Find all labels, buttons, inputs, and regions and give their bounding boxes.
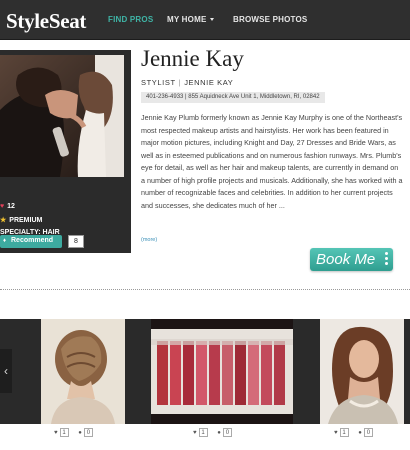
gallery-prev-button[interactable]: ‹ xyxy=(0,349,12,393)
diamond-icon: ♦ xyxy=(3,238,7,244)
comment-icon: ● xyxy=(78,430,82,436)
comment-count[interactable]: 0 xyxy=(83,428,93,437)
chevron-down-icon xyxy=(210,18,215,22)
nav-browse-photos[interactable]: BROWSE PHOTOS xyxy=(233,15,307,24)
heart-icon: ♥ xyxy=(193,430,197,436)
separator: | xyxy=(178,78,182,87)
contact-info: 401-236-4933 | 855 Aquidneck Ave Unit 1,… xyxy=(141,92,325,103)
heart-icon: ♥ xyxy=(334,430,338,436)
recommend-button[interactable]: ♦ Recommend xyxy=(0,235,62,248)
nav-find-pros[interactable]: FIND PROS xyxy=(108,15,153,24)
gallery-photo-lipsticks[interactable] xyxy=(151,319,293,424)
gallery-photo-portrait[interactable] xyxy=(320,319,404,424)
premium-label: PREMIUM xyxy=(9,217,43,224)
role-label: STYLIST xyxy=(141,78,176,87)
book-me-button[interactable]: Book Me xyxy=(310,248,393,271)
business-name[interactable]: JENNIE KAY xyxy=(184,78,233,87)
gallery-meta-1: ♥ 1 ● 0 xyxy=(54,428,101,437)
premium-stat: ★ PREMIUM xyxy=(0,216,42,224)
star-icon: ★ xyxy=(0,217,7,224)
heart-icon: ♥ xyxy=(54,430,58,436)
book-me-label: Book Me xyxy=(316,251,376,268)
comment-icon: ● xyxy=(358,430,362,436)
nav-my-home-label: MY HOME xyxy=(167,15,207,24)
hearts-stat: ♥ 12 xyxy=(0,203,15,210)
page-title: Jennie Kay xyxy=(141,46,244,71)
more-dots-icon xyxy=(385,252,389,267)
gallery-photo-updo[interactable] xyxy=(41,319,125,424)
bio-text: Jennie Kay Plumb formerly known as Jenni… xyxy=(141,113,403,210)
heart-icon: ♥ xyxy=(0,203,5,210)
hearts-count: 12 xyxy=(7,203,15,210)
divider xyxy=(0,289,410,290)
logo[interactable]: StyleSeat xyxy=(6,9,86,34)
recommend-count: 8 xyxy=(68,235,84,248)
gallery-meta-3: ♥ 1 ● 0 xyxy=(334,428,381,437)
comment-count[interactable]: 0 xyxy=(222,428,232,437)
top-nav: StyleSeat FIND PROS MY HOME BROWSE PHOTO… xyxy=(0,0,410,40)
more-link[interactable]: (more) xyxy=(141,237,157,243)
role-line: STYLIST | JENNIE KAY xyxy=(141,78,233,87)
gallery-meta-2: ♥ 1 ● 0 xyxy=(193,428,240,437)
nav-my-home[interactable]: MY HOME xyxy=(167,15,215,24)
profile-photo[interactable] xyxy=(0,55,124,177)
photo-gallery: ‹ xyxy=(0,319,410,424)
specialty-label: SPECIALTY: HAIR xyxy=(0,229,60,236)
like-count[interactable]: 1 xyxy=(339,428,349,437)
like-count[interactable]: 1 xyxy=(198,428,208,437)
recommend-label: Recommend xyxy=(11,237,54,244)
like-count[interactable]: 1 xyxy=(59,428,69,437)
comment-icon: ● xyxy=(217,430,221,436)
comment-count[interactable]: 0 xyxy=(363,428,373,437)
